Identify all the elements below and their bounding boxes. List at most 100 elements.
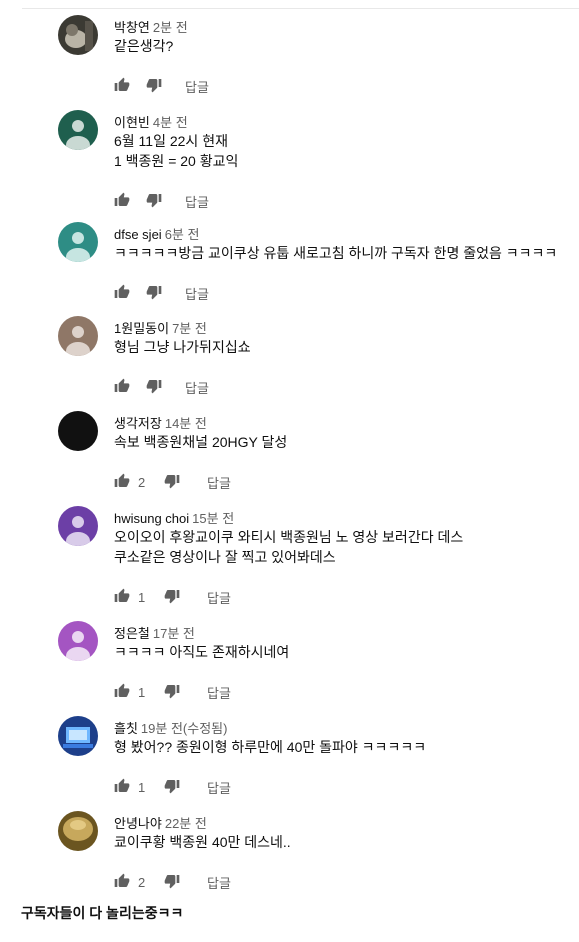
comment-item: dfse sjei 6분 전 ㅋㅋㅋㅋㅋ방금 교이쿠상 유툽 새로고침 하니까 구독… (0, 222, 579, 317)
dislike-button[interactable] (146, 78, 162, 94)
author-name[interactable]: 안녕나야 (114, 816, 162, 831)
comment-time[interactable]: 22분 전 (165, 816, 207, 831)
comment-time[interactable]: 6분 전 (165, 227, 200, 242)
thumbs-up-icon (114, 473, 130, 492)
like-button[interactable] (114, 683, 130, 700)
like-button[interactable] (114, 284, 130, 303)
avatar[interactable] (58, 15, 98, 55)
like-count: 2 (138, 474, 146, 490)
comment-header: 이현빈 4분 전 (114, 112, 188, 131)
like-button[interactable] (114, 192, 130, 211)
comment-time[interactable]: 4분 전 (153, 115, 188, 130)
dislike-button[interactable] (146, 379, 162, 395)
comment-actions: 1 답글 (114, 777, 231, 797)
comment-time[interactable]: 19분 전(수정됨) (141, 721, 228, 736)
avatar[interactable] (58, 316, 98, 356)
author-name[interactable]: 이현빈 (114, 115, 150, 130)
dislike-button[interactable] (164, 684, 180, 700)
like-button[interactable] (114, 588, 130, 605)
top-divider (22, 8, 579, 9)
like-button[interactable] (114, 873, 130, 892)
reply-button[interactable]: 답글 (185, 378, 209, 397)
avatar[interactable] (58, 811, 98, 851)
dislike-button[interactable] (164, 874, 180, 890)
author-name[interactable]: hwisung choi (114, 511, 189, 526)
comment-actions: 답글 (114, 377, 209, 397)
author-name[interactable]: 흘칫 (114, 721, 138, 736)
like-button[interactable] (114, 473, 130, 492)
author-name[interactable]: 정은철 (114, 626, 150, 641)
author-name[interactable]: 박창연 (114, 20, 150, 35)
comment-item: 이현빈 4분 전 6월 11일 22시 현재 1 백종원 = 20 황교익답글 (0, 110, 579, 210)
thumbs-down-icon (164, 778, 180, 797)
comment-time[interactable]: 15분 전 (192, 511, 234, 526)
comment-header: dfse sjei 6분 전 (114, 224, 199, 243)
dislike-button[interactable] (164, 474, 180, 490)
like-button[interactable] (114, 378, 130, 395)
comment-text-line: 형 봤어?? 종원이형 하루만에 40만 돌파야 ㅋㅋㅋㅋㅋ (114, 739, 427, 755)
author-name[interactable]: 생각저장 (114, 416, 162, 431)
comment-text: 같은생각? (114, 36, 173, 56)
comment-text-line: 1 백종원 = 20 황교익 (114, 153, 239, 169)
comment-item: 안녕나야 22분 전 쿄이쿠황 백종원 40만 데스네.. 2 답글 (0, 811, 579, 906)
avatar[interactable] (58, 222, 98, 262)
comment-actions: 1 답글 (114, 587, 231, 607)
comment-time[interactable]: 14분 전 (165, 416, 207, 431)
comment-header: 1원밀동이 7분 전 (114, 318, 207, 337)
comment-header: hwisung choi 15분 전 (114, 508, 234, 527)
comment-actions: 답글 (114, 191, 209, 211)
comment-text: 속보 백종원채널 20HGY 달성 (114, 432, 287, 452)
comment-text: 오이오이 후왕교이쿠 와티시 백종원님 노 영상 보러간다 데스 쿠소같은 영상이… (114, 527, 463, 567)
like-count: 1 (138, 589, 146, 605)
comment-text: 쿄이쿠황 백종원 40만 데스네.. (114, 832, 291, 852)
thumbs-down-icon (146, 77, 162, 96)
comment-header: 흘칫 19분 전(수정됨) (114, 718, 227, 737)
avatar[interactable] (58, 716, 98, 756)
thumbs-down-icon (164, 873, 180, 892)
avatar[interactable] (58, 621, 98, 661)
avatar[interactable] (58, 110, 98, 150)
comment-text: ㅋㅋㅋㅋㅋ방금 교이쿠상 유툽 새로고침 하니까 구독자 한명 줄었음 ㅋㅋㅋㅋ (114, 243, 557, 263)
comment-header: 안녕나야 22분 전 (114, 813, 207, 832)
comment-item: 흘칫 19분 전(수정됨) 형 봤어?? 종원이형 하루만에 40만 돌파야 ㅋㅋㅋ… (0, 716, 579, 811)
comment-text-line: 쿠소같은 영상이나 잘 찍고 있어봐데스 (114, 549, 336, 565)
avatar[interactable] (58, 506, 98, 546)
comment-time[interactable]: 7분 전 (172, 321, 207, 336)
like-count: 1 (138, 779, 146, 795)
dislike-button[interactable] (146, 285, 162, 301)
thumbs-up-icon (114, 284, 130, 303)
reply-button[interactable]: 답글 (185, 77, 209, 96)
comment-text-line: 속보 백종원채널 20HGY 달성 (114, 434, 288, 450)
author-name[interactable]: dfse sjei (114, 227, 162, 242)
reply-button[interactable]: 답글 (207, 778, 231, 797)
thumbs-down-icon (164, 588, 180, 607)
comment-time[interactable]: 2분 전 (153, 20, 188, 35)
comment-item: 생각저장 14분 전속보 백종원채널 20HGY 달성 2 답글 (0, 411, 579, 506)
dislike-button[interactable] (164, 779, 180, 795)
reply-button[interactable]: 답글 (207, 473, 231, 492)
comment-text-line: 형님 그냥 나가뒤지십쇼 (114, 339, 251, 355)
reply-button[interactable]: 답글 (207, 683, 231, 702)
thumbs-up-icon (114, 192, 130, 211)
comment-actions: 2 답글 (114, 472, 231, 492)
comment-text-line: 6월 11일 22시 현재 (114, 133, 228, 149)
avatar[interactable] (58, 411, 98, 451)
comment-actions: 2 답글 (114, 872, 231, 892)
thumbs-down-icon (146, 378, 162, 397)
reply-button[interactable]: 답글 (207, 588, 231, 607)
dislike-button[interactable] (164, 589, 180, 605)
comment-time[interactable]: 17분 전 (153, 626, 195, 641)
reply-button[interactable]: 답글 (185, 192, 209, 211)
reply-button[interactable]: 답글 (185, 284, 209, 303)
like-button[interactable] (114, 77, 130, 94)
comment-item: 정은철 17분 전 ㅋㅋㅋㅋ 아직도 존재하시네여 1 답글 (0, 621, 579, 716)
like-button[interactable] (114, 778, 130, 795)
reply-button[interactable]: 답글 (207, 873, 231, 892)
thumbs-up-icon (114, 873, 130, 892)
comment-header: 박창연 2분 전 (114, 17, 188, 36)
author-name[interactable]: 1원밀동이 (114, 321, 169, 336)
comment-text: ㅋㅋㅋㅋ 아직도 존재하시네여 (114, 642, 289, 662)
comment-item: 1원밀동이 7분 전형님 그냥 나가뒤지십쇼답글 (0, 316, 579, 411)
comment-header: 생각저장 14분 전 (114, 413, 207, 432)
dislike-button[interactable] (146, 193, 162, 209)
